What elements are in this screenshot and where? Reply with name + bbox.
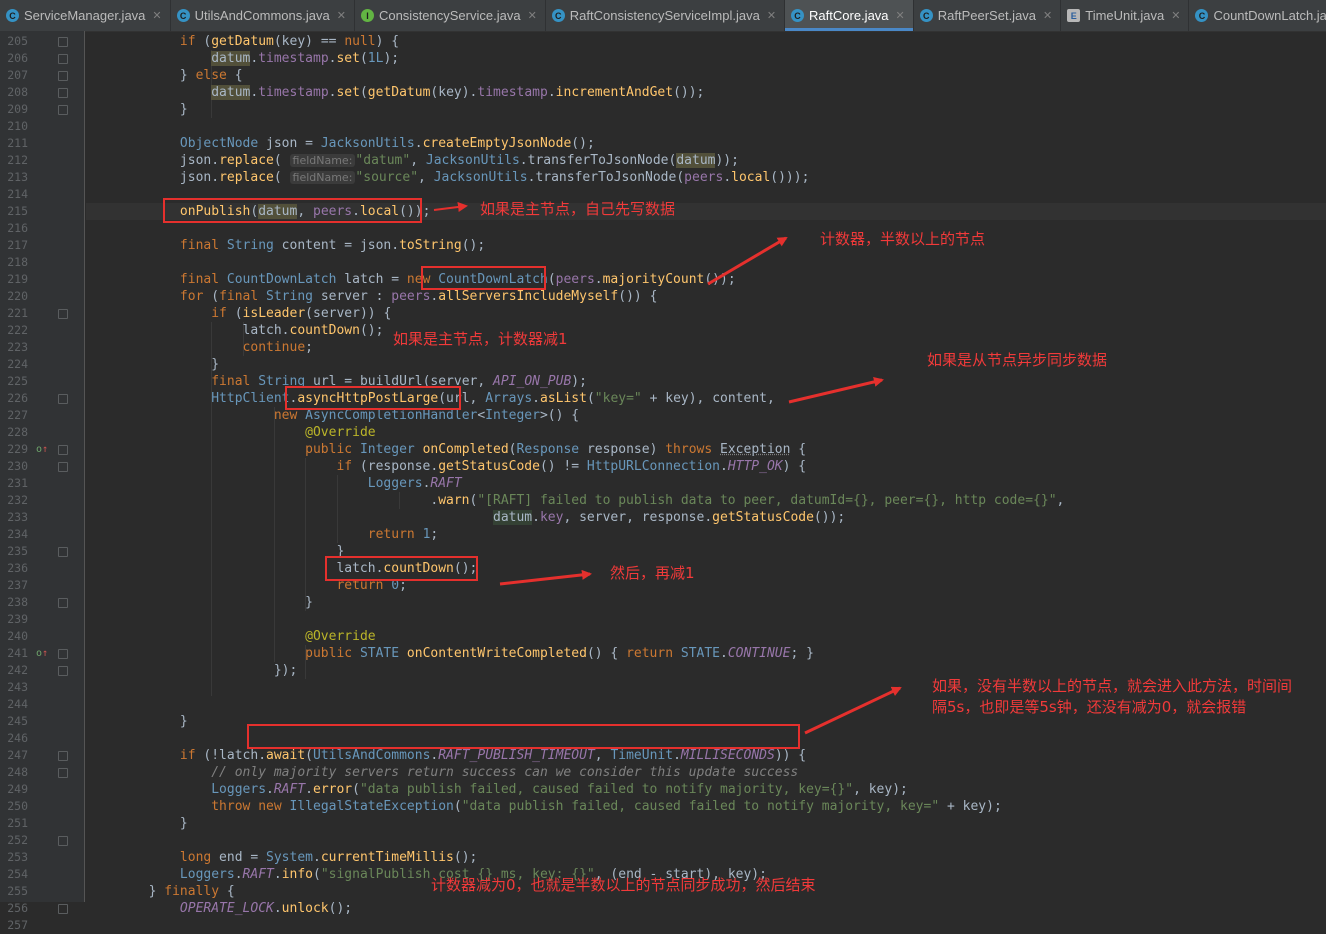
arrow-note4 xyxy=(788,376,884,404)
annotation-note-leader-write: 如果是主节点，自己先写数据 xyxy=(480,200,676,218)
code-token: (); xyxy=(328,901,353,916)
annotation-note-countdown-again: 然后，再减1 xyxy=(610,564,695,582)
line-number: 257 xyxy=(7,918,28,932)
annotation-note-success: 计数器减为0，也就是半数以上的节点同步成功，然后结束 xyxy=(431,876,816,894)
code-token: . xyxy=(273,901,282,916)
code-token: OPERATE_LOCK xyxy=(179,901,274,916)
annotation-note-counter: 计数器，半数以上的节点 xyxy=(820,230,986,248)
annotation-note-leader-countdown: 如果是主节点，计数器减1 xyxy=(393,330,568,348)
arrow-note2 xyxy=(707,236,788,286)
fold-marker-icon[interactable] xyxy=(58,904,68,914)
annotation-note-timeout-line2: 隔5s，也即是等5s钟，还没有减为0，就会报错 xyxy=(932,698,1247,716)
annotation-arrows xyxy=(433,202,902,735)
code-token: unlock xyxy=(281,901,329,916)
arrow-note5 xyxy=(499,569,592,586)
annotation-note-follower-async: 如果是从节点异步同步数据 xyxy=(927,351,1108,369)
code-line: OPERATE_LOCK.unlock(); xyxy=(86,900,352,917)
line-number: 256 xyxy=(7,901,28,915)
arrow-note1 xyxy=(433,202,468,212)
annotation-note-timeout-line1: 如果，没有半数以上的节点，就会进入此方法，时间间 xyxy=(932,677,1293,695)
arrow-note6 xyxy=(804,686,902,735)
